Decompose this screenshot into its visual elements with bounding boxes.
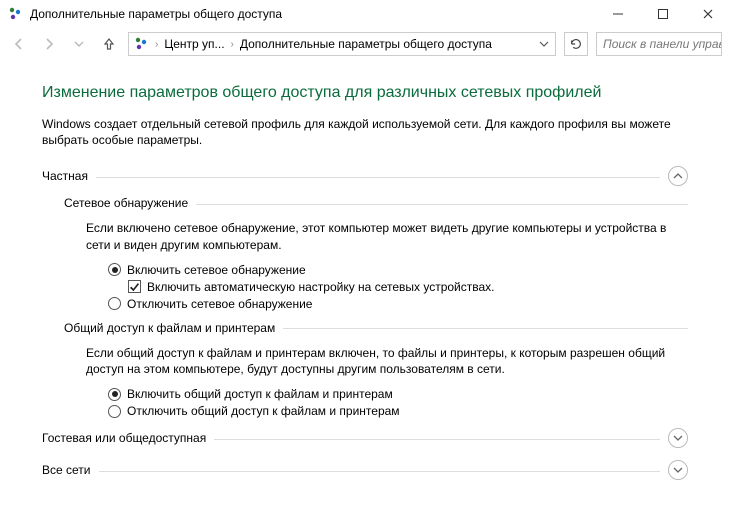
address-dropdown-button[interactable] xyxy=(537,39,551,49)
radio-icon xyxy=(108,263,121,276)
checkbox-auto-setup[interactable]: Включить автоматическую настройку на сет… xyxy=(128,280,688,294)
section-header-private[interactable]: Частная xyxy=(42,166,688,186)
radio-icon xyxy=(108,388,121,401)
radio-sharing-on[interactable]: Включить общий доступ к файлам и принтер… xyxy=(108,387,688,401)
app-icon xyxy=(6,6,24,22)
checkbox-icon xyxy=(128,280,141,293)
refresh-button[interactable] xyxy=(564,32,588,56)
page-description: Windows создает отдельный сетевой профил… xyxy=(42,116,688,148)
subsection-file-printer-sharing: Общий доступ к файлам и принтерам Если о… xyxy=(64,321,688,418)
section-header-all-networks[interactable]: Все сети xyxy=(42,460,688,480)
close-button[interactable] xyxy=(685,0,730,28)
subsection-title: Сетевое обнаружение xyxy=(64,196,188,210)
divider xyxy=(214,439,660,440)
radio-discovery-off[interactable]: Отключить сетевое обнаружение xyxy=(108,297,688,311)
content-area: Изменение параметров общего доступа для … xyxy=(0,60,730,480)
divider xyxy=(99,471,661,472)
subsection-description: Если общий доступ к файлам и принтерам в… xyxy=(86,345,688,377)
forward-button[interactable] xyxy=(38,33,60,55)
page-heading: Изменение параметров общего доступа для … xyxy=(42,84,688,102)
discovery-options: Включить сетевое обнаружение Включить ав… xyxy=(108,263,688,311)
chevron-right-icon[interactable]: › xyxy=(155,39,158,50)
navbar: › Центр уп... › Дополнительные параметры… xyxy=(0,28,730,60)
titlebar: Дополнительные параметры общего доступа xyxy=(0,0,730,28)
minimize-button[interactable] xyxy=(595,0,640,28)
section-title: Все сети xyxy=(42,463,91,477)
subsection-title: Общий доступ к файлам и принтерам xyxy=(64,321,275,335)
chevron-down-icon[interactable] xyxy=(668,428,688,448)
chevron-right-icon[interactable]: › xyxy=(231,39,234,50)
sharing-options: Включить общий доступ к файлам и принтер… xyxy=(108,387,688,418)
section-title: Гостевая или общедоступная xyxy=(42,431,206,445)
search-input[interactable]: Поиск в панели управления xyxy=(596,32,722,56)
section-title: Частная xyxy=(42,169,88,183)
address-bar[interactable]: › Центр уп... › Дополнительные параметры… xyxy=(128,32,556,56)
maximize-button[interactable] xyxy=(640,0,685,28)
divider xyxy=(96,177,660,178)
window-title: Дополнительные параметры общего доступа xyxy=(30,7,595,21)
option-label: Включить автоматическую настройку на сет… xyxy=(147,280,495,294)
radio-discovery-on[interactable]: Включить сетевое обнаружение xyxy=(108,263,688,277)
recent-locations-button[interactable] xyxy=(68,33,90,55)
radio-sharing-off[interactable]: Отключить общий доступ к файлам и принте… xyxy=(108,404,688,418)
subsection-description: Если включено сетевое обнаружение, этот … xyxy=(86,220,688,252)
divider xyxy=(196,204,688,205)
breadcrumb-item-1[interactable]: Центр уп... xyxy=(164,37,224,51)
chevron-up-icon[interactable] xyxy=(668,166,688,186)
radio-icon xyxy=(108,297,121,310)
option-label: Отключить сетевое обнаружение xyxy=(127,297,312,311)
option-label: Включить общий доступ к файлам и принтер… xyxy=(127,387,393,401)
subsection-header: Сетевое обнаружение xyxy=(64,196,688,210)
breadcrumb-item-2[interactable]: Дополнительные параметры общего доступа xyxy=(240,37,492,51)
option-label: Включить сетевое обнаружение xyxy=(127,263,306,277)
section-header-guest[interactable]: Гостевая или общедоступная xyxy=(42,428,688,448)
subsection-header: Общий доступ к файлам и принтерам xyxy=(64,321,688,335)
option-label: Отключить общий доступ к файлам и принте… xyxy=(127,404,400,418)
subsection-network-discovery: Сетевое обнаружение Если включено сетево… xyxy=(64,196,688,310)
window-buttons xyxy=(595,0,730,28)
up-button[interactable] xyxy=(98,33,120,55)
back-button[interactable] xyxy=(8,33,30,55)
address-icon xyxy=(133,36,149,52)
radio-icon xyxy=(108,405,121,418)
chevron-down-icon[interactable] xyxy=(668,460,688,480)
divider xyxy=(283,328,688,329)
